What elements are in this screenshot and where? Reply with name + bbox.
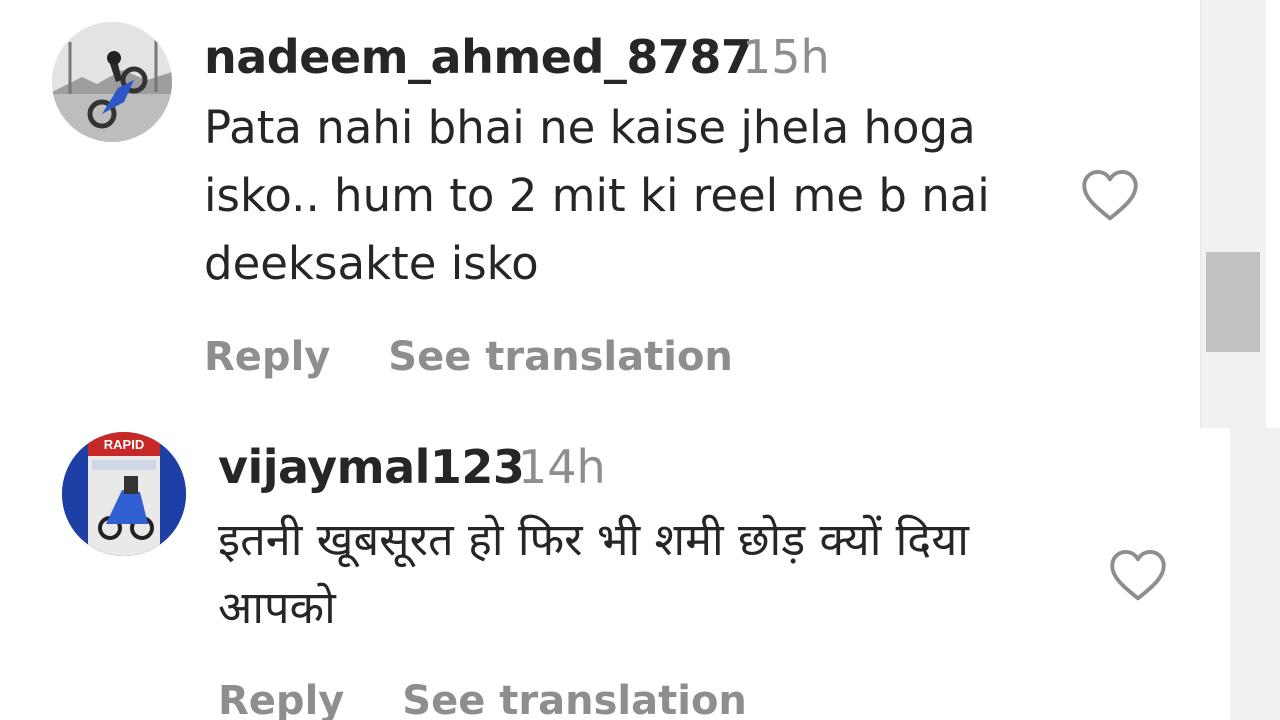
scrollbar-track[interactable] <box>1200 0 1267 428</box>
comment-actions: Reply See translation <box>204 334 777 380</box>
comment-timestamp: 14h <box>518 440 606 494</box>
avatar[interactable] <box>52 22 172 142</box>
see-translation-button[interactable]: See translation <box>402 678 747 720</box>
see-translation-button[interactable]: See translation <box>388 334 733 380</box>
rapid-scooter-poster: RAPID <box>62 432 186 556</box>
comment-text: इतनी खूबसूरत हो फिर भी शमी छोड़ क्यों दि… <box>218 513 969 634</box>
svg-text:RAPID: RAPID <box>104 437 144 452</box>
heart-outline-icon[interactable] <box>1080 168 1140 226</box>
reply-button[interactable]: Reply <box>218 678 344 720</box>
window-edge <box>1266 0 1280 428</box>
comment-actions: Reply See translation <box>218 678 791 720</box>
scrollbar-thumb[interactable] <box>1206 252 1260 352</box>
reply-button[interactable]: Reply <box>204 334 330 380</box>
heart-outline-icon[interactable] <box>1108 548 1168 606</box>
comments-viewport: nadeem_ahmed_8787 15h Pata nahi bhai ne … <box>0 0 1280 720</box>
scrollbar-track-lower[interactable] <box>1230 428 1280 720</box>
comment-text: Pata nahi bhai ne kaise jhela hoga isko.… <box>204 101 990 290</box>
comment-timestamp: 15h <box>742 30 830 84</box>
comment-username[interactable]: nadeem_ahmed_8787 <box>204 30 753 84</box>
motorbike-stunt-photo <box>52 22 172 142</box>
avatar[interactable]: RAPID <box>62 432 186 556</box>
comment-username[interactable]: vijaymal123 <box>218 440 525 494</box>
